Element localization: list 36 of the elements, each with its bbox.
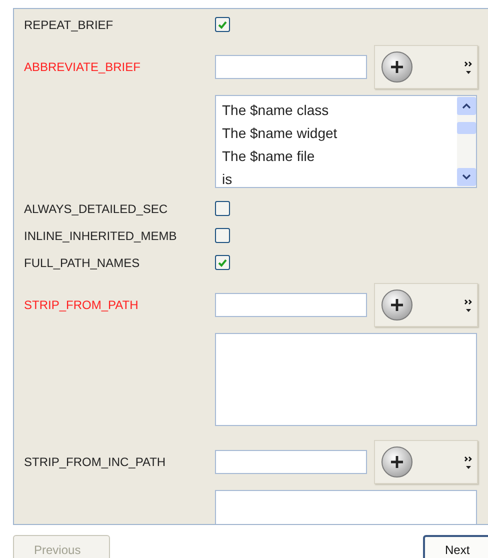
list-entry[interactable]: The $name class <box>222 99 457 122</box>
checkmark-icon <box>218 258 227 266</box>
list-entry[interactable]: The $name file <box>222 145 457 168</box>
list-box[interactable]: The $name class The $name widget The $name file is <box>215 95 477 188</box>
setting-label: INLINE_INHERITED_MEMB <box>24 228 178 244</box>
checkbox[interactable] <box>215 201 230 216</box>
scroll-thumb <box>457 122 476 134</box>
setting-label: STRIP_FROM_PATH <box>24 297 140 314</box>
scrollbar[interactable] <box>457 96 476 187</box>
list-box[interactable] <box>215 333 477 426</box>
nav-button[interactable]: Next <box>423 535 488 558</box>
setting-label: ABBREVIATE_BRIEF <box>24 59 142 76</box>
more-icon <box>464 59 473 75</box>
add-button[interactable] <box>374 283 478 327</box>
checkbox[interactable] <box>215 255 230 270</box>
input-field[interactable] <box>215 55 367 79</box>
plus-icon <box>380 288 414 322</box>
more-icon <box>464 454 473 470</box>
add-button[interactable] <box>374 45 478 89</box>
input-field[interactable] <box>215 450 367 474</box>
list-entry[interactable]: The $name widget <box>222 122 457 145</box>
plus-icon <box>380 445 414 479</box>
checkbox[interactable] <box>215 228 230 243</box>
list-entry[interactable]: is <box>222 168 457 191</box>
setting-label: ALWAYS_DETAILED_SEC <box>24 200 169 218</box>
setting-label: FULL_PATH_NAMES <box>24 254 141 272</box>
add-button[interactable] <box>374 440 478 484</box>
scroll-down-icon <box>457 168 476 186</box>
more-icon <box>464 297 473 313</box>
input-field[interactable] <box>215 293 367 317</box>
checkmark-icon <box>218 20 227 28</box>
scroll-up-icon <box>457 97 476 115</box>
plus-icon <box>380 50 414 84</box>
setting-label: STRIP_FROM_INC_PATH <box>24 454 167 471</box>
checkbox[interactable] <box>215 17 230 32</box>
setting-label: REPEAT_BRIEF <box>24 16 114 34</box>
